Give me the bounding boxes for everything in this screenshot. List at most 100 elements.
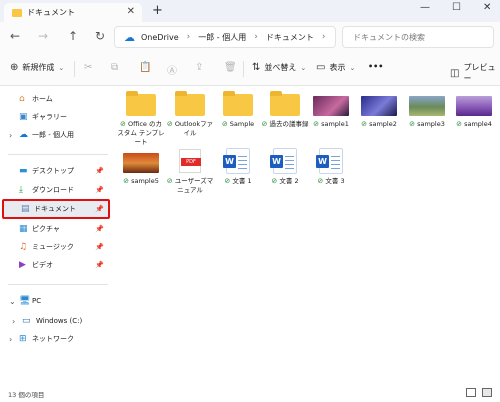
paste-icon[interactable]: 📋: [139, 62, 151, 73]
image-thumbnail: [313, 96, 349, 116]
breadcrumb-separator[interactable]: ›: [187, 32, 191, 42]
close-tab-icon[interactable]: ✕: [127, 6, 135, 17]
sidebar-item-network[interactable]: › ⊞ ネットワーク: [0, 330, 110, 348]
pin-icon[interactable]: 📌: [95, 261, 104, 269]
cut-icon[interactable]: ✂: [84, 62, 92, 73]
up-button[interactable]: ↑: [68, 29, 78, 43]
file-item[interactable]: ⊘ sample2: [355, 91, 403, 157]
sidebar-item-label: デスクトップ: [32, 167, 74, 175]
pin-icon[interactable]: 📌: [95, 167, 104, 175]
divider: [8, 284, 108, 285]
sidebar-item-pc[interactable]: ⌄ 🖥 PC: [0, 292, 110, 310]
chevron-right-icon[interactable]: ›: [12, 317, 15, 326]
sidebar-item-videos[interactable]: ▶ ビデオ 📌: [0, 256, 110, 274]
preview-button[interactable]: ◫ プレビュー: [450, 62, 500, 84]
sidebar-item-label: ドキュメント: [34, 205, 76, 213]
forward-button[interactable]: →: [38, 29, 48, 43]
sync-status-icon: ⊘: [221, 120, 228, 128]
sync-status-icon: ⊘: [361, 120, 367, 128]
address-bar[interactable]: ☁ OneDrive › 一郎 - 個人用 › ドキュメント ›: [114, 26, 336, 48]
sync-status-icon: ⊘: [409, 120, 415, 128]
share-icon[interactable]: ⇪: [195, 62, 203, 73]
pin-icon[interactable]: 📌: [95, 186, 104, 194]
sidebar-item-music[interactable]: ♫ ミュージック 📌: [0, 238, 110, 256]
documents-icon: ▤: [21, 204, 30, 214]
folder-icon: [175, 91, 205, 116]
pdf-file-icon: PDF: [179, 149, 201, 173]
close-window-button[interactable]: ✕: [483, 2, 491, 13]
file-name: ⊘ sample5: [123, 177, 159, 185]
sort-button[interactable]: ⇅ 並べ替え ⌄: [252, 62, 306, 73]
breadcrumb-separator[interactable]: ›: [254, 32, 258, 42]
rename-icon[interactable]: Ⓐ: [167, 62, 177, 77]
pin-icon[interactable]: 📌: [95, 225, 104, 233]
item-count: 13 個の項目: [8, 391, 45, 399]
file-item[interactable]: ⊘ sample3: [403, 91, 451, 157]
tab-documents[interactable]: ドキュメント ✕: [4, 3, 142, 22]
file-name: ⊘ sample4: [456, 120, 492, 128]
sidebar-item-downloads[interactable]: ⤓ ダウンロード 📌: [0, 181, 110, 199]
sidebar-item-label: ギャラリー: [32, 113, 67, 121]
folder-icon: [270, 91, 300, 116]
minimize-button[interactable]: —: [420, 2, 430, 13]
file-item[interactable]: W ⊘ 文書 1: [214, 148, 262, 214]
title-bar: ドキュメント ✕ + — ☐ ✕: [0, 0, 500, 22]
view-label: 表示: [329, 63, 346, 72]
sidebar-item-label: 一郎 - 個人用: [32, 131, 74, 139]
thumbnail-view-icon[interactable]: [482, 388, 492, 397]
breadcrumb-personal[interactable]: 一郎 - 個人用: [198, 32, 246, 43]
new-button[interactable]: ⊕ 新規作成 ⌄: [10, 62, 64, 73]
breadcrumb-documents[interactable]: ドキュメント: [266, 32, 314, 43]
new-tab-button[interactable]: +: [152, 3, 163, 18]
file-name: ⊘ 文書 3: [317, 177, 345, 185]
file-item[interactable]: W ⊘ 文書 3: [307, 148, 355, 214]
view-button[interactable]: ▭ 表示 ⌄: [316, 62, 355, 73]
plus-icon: ⊕: [10, 62, 19, 73]
search-input[interactable]: [343, 27, 493, 47]
image-thumbnail: [123, 153, 159, 173]
breadcrumb-onedrive[interactable]: OneDrive: [141, 33, 179, 42]
pin-icon[interactable]: 📌: [95, 205, 104, 213]
sidebar-item-windows-c[interactable]: › ▭ Windows (C:): [0, 312, 110, 330]
file-item[interactable]: PDF ⊘ ユーザーズマニュアル: [166, 148, 214, 214]
back-button[interactable]: ←: [10, 29, 20, 43]
status-bar: 13 個の項目: [0, 383, 500, 402]
sidebar-item-documents[interactable]: ▤ ドキュメント 📌: [2, 199, 110, 219]
breadcrumb-separator[interactable]: ›: [322, 32, 326, 42]
file-name: ⊘ 文書 1: [224, 177, 252, 185]
sidebar-item-gallery[interactable]: ▣ ギャラリー: [0, 108, 110, 126]
maximize-button[interactable]: ☐: [452, 2, 461, 13]
sort-icon: ⇅: [252, 62, 261, 73]
sync-status-icon: ⊘: [166, 120, 173, 128]
file-item[interactable]: ⊘ sample5: [117, 148, 165, 214]
download-icon: ⤓: [19, 185, 23, 195]
refresh-button[interactable]: ↻: [95, 29, 105, 43]
sidebar-item-onedrive[interactable]: › ☁ 一郎 - 個人用: [0, 126, 110, 144]
pin-icon[interactable]: 📌: [95, 243, 104, 251]
file-item[interactable]: W ⊘ 文書 2: [261, 148, 309, 214]
folder-icon: [126, 91, 156, 116]
copy-icon[interactable]: ⧉: [111, 62, 118, 73]
file-view: ⊘ Office のカスタム テンプレート ⊘ Outlookファイル ⊘ Sa…: [113, 86, 500, 383]
music-icon: ♫: [19, 242, 28, 252]
file-item[interactable]: ⊘ sample4: [450, 91, 498, 157]
sync-status-icon: ⊘: [313, 120, 319, 128]
word-file-icon: W: [270, 148, 297, 174]
chevron-right-icon[interactable]: ›: [9, 335, 12, 344]
delete-icon[interactable]: 🗑: [224, 62, 237, 73]
chevron-right-icon[interactable]: ›: [9, 131, 12, 140]
more-options-button[interactable]: •••: [368, 62, 383, 71]
sidebar-item-desktop[interactable]: ▬ デスクトップ 📌: [0, 162, 110, 180]
sidebar-item-pictures[interactable]: ▦ ピクチャ 📌: [0, 220, 110, 238]
drive-icon: ▭: [22, 316, 31, 326]
word-file-icon: W: [316, 148, 343, 174]
sync-status-icon: ⊘: [456, 120, 462, 128]
chevron-down-icon[interactable]: ⌄: [9, 297, 16, 306]
video-icon: ▶: [19, 260, 26, 270]
sidebar-item-home[interactable]: ⌂ ホーム: [0, 90, 110, 108]
preview-pane-icon: ◫: [450, 67, 460, 79]
file-name: ⊘ ユーザーズマニュアル: [166, 177, 214, 194]
onedrive-icon: ☁: [19, 130, 28, 140]
search-box[interactable]: [342, 26, 494, 48]
details-view-icon[interactable]: [466, 388, 476, 397]
